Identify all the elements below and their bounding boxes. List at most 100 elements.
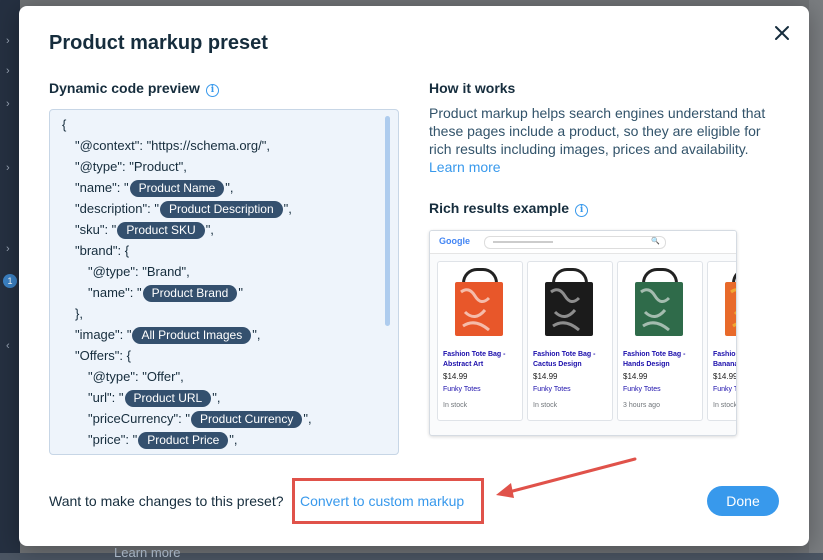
code-text: ", (205, 222, 214, 237)
tote-bag-image (725, 282, 736, 336)
code-line: "@type": "Product", (75, 158, 187, 176)
dynamic-variable-pill: All Product Images (132, 327, 252, 344)
code-text: ", (283, 201, 292, 216)
code-line: { (62, 116, 66, 134)
code-text: }, (75, 306, 83, 321)
learn-more-link[interactable]: Learn more (429, 159, 501, 175)
close-icon[interactable] (771, 22, 793, 44)
product-name: Fashion Tote Bag - Hands Design (623, 351, 686, 368)
code-line: "priceCurrency": " Product Currency ", (88, 410, 312, 428)
info-icon[interactable]: i (205, 84, 219, 97)
code-text: "name": " (88, 285, 142, 300)
product-price: $14.99 (443, 372, 468, 381)
product-markup-modal: Product markup preset Dynamic code previ… (19, 6, 809, 546)
dynamic-variable-pill: Product URL (124, 390, 212, 407)
chevron-right-icon: › (6, 243, 10, 255)
background-sidebar: › › › › › 1 ‹ (0, 0, 20, 553)
chevron-right-icon: › (6, 65, 10, 77)
tote-bag-image (455, 282, 503, 336)
code-text: " (238, 285, 243, 300)
code-text: "priceCurrency": " (88, 411, 190, 426)
dynamic-variable-pill: Product Price (138, 432, 229, 449)
code-text: "image": " (75, 327, 132, 342)
code-line: "@type": "Brand", (88, 263, 190, 281)
code-text: "@type": "Brand", (88, 264, 190, 279)
code-text: ", (212, 390, 221, 405)
code-line: "sku": " Product SKU ", (75, 221, 214, 239)
notification-badge: 1 (3, 274, 17, 288)
code-text: "sku": " (75, 222, 117, 237)
footer-question: Want to make changes to this preset? (49, 493, 284, 509)
dynamic-variable-pill: Product Currency (190, 411, 303, 428)
how-it-works-text: Product markup helps search engines unde… (429, 104, 769, 176)
product-name: Fashion Tote Bag - Abstract Art (443, 351, 506, 368)
product-stock: In stock (533, 402, 558, 409)
dynamic-variable-pill: Product SKU (117, 222, 205, 239)
product-price: $14.99 (533, 372, 558, 381)
code-line: "url": " Product URL ", (88, 389, 220, 407)
code-text: "@type": "Product", (75, 159, 187, 174)
code-preview-heading: Dynamic code preview i (49, 80, 219, 97)
code-scrollbar[interactable] (385, 116, 390, 326)
background-right-edge (809, 0, 823, 553)
product-card: Fashion Tote Bag - Banana Design $14.99 Fu… (707, 261, 737, 421)
product-card: Fashion Tote Bag - Hands Design $14.99 Fun… (617, 261, 703, 421)
product-price: $14.99 (623, 372, 648, 381)
tote-pattern (640, 288, 671, 332)
code-line: "price": " Product Price ", (88, 431, 238, 449)
product-store: Funky Totes (623, 386, 661, 393)
google-search-field: 🔍 (484, 236, 666, 249)
modal-title: Product markup preset (49, 32, 268, 54)
code-line: "Offers": { (75, 347, 131, 365)
code-line: }, (75, 305, 83, 323)
code-line: "name": " Product Name ", (75, 179, 234, 197)
code-text: ", (225, 180, 234, 195)
dynamic-code-preview[interactable]: { "@context": "https://schema.org/", "@typ… (49, 109, 399, 455)
code-line: "brand": { (75, 242, 129, 260)
product-price: $14.99 (713, 372, 737, 381)
google-search-bar: Google 🔍 (430, 231, 736, 254)
code-text: "@type": "Offer", (88, 369, 184, 384)
info-icon[interactable]: i (575, 204, 589, 217)
code-text: ", (229, 432, 238, 447)
code-text: "@context": "https://schema.org/", (75, 138, 270, 153)
code-text: ", (303, 411, 312, 426)
product-store: Funky Totes (533, 386, 571, 393)
code-line: "image": " All Product Images ", (75, 326, 260, 344)
tote-bag-image (545, 282, 593, 336)
tote-bag-image (635, 282, 683, 336)
code-text: "url": " (88, 390, 124, 405)
rich-results-heading: Rich results example i (429, 200, 769, 217)
annotation-arrow (496, 457, 637, 498)
code-text: "description": " (75, 201, 159, 216)
done-button[interactable]: Done (707, 486, 779, 516)
code-preview-heading-label: Dynamic code preview (49, 80, 200, 96)
product-card: Fashion Tote Bag - Abstract Art $14.99 Fun… (437, 261, 523, 421)
code-line: "@context": "https://schema.org/", (75, 137, 270, 155)
dynamic-variable-pill: Product Name (129, 180, 225, 197)
product-card: Fashion Tote Bag - Cactus Design $14.99 Fu… (527, 261, 613, 421)
chevron-up-icon: ‹ (6, 340, 10, 352)
rich-results-preview: Google 🔍 Fashion Tote Bag - Abstract Art… (429, 230, 737, 436)
code-text: { (62, 117, 67, 132)
code-text: "name": " (75, 180, 129, 195)
chevron-right-icon: › (6, 162, 10, 174)
how-it-works-heading: How it works (429, 80, 516, 96)
dynamic-variable-pill: Product Description (159, 201, 283, 218)
google-logo: Google (439, 236, 470, 246)
convert-to-custom-markup-link[interactable]: Convert to custom markup (300, 493, 464, 509)
product-store: Funky Totes (713, 386, 736, 393)
code-text: ", (252, 327, 261, 342)
rich-results-heading-label: Rich results example (429, 200, 570, 216)
search-icon: 🔍 (651, 238, 660, 245)
product-name: Fashion Tote Bag - Cactus Design (533, 351, 596, 368)
product-name: Fashion Tote Bag - Banana Design (713, 351, 737, 368)
chevron-right-icon: › (6, 98, 10, 110)
how-it-works-description: Product markup helps search engines unde… (429, 105, 766, 157)
tote-pattern (460, 288, 491, 332)
product-stock: 3 hours ago (623, 402, 660, 409)
chevron-right-icon: › (6, 35, 10, 47)
product-stock: In stock (713, 402, 737, 409)
code-text: "brand": { (75, 243, 130, 258)
tote-pattern (730, 288, 736, 328)
